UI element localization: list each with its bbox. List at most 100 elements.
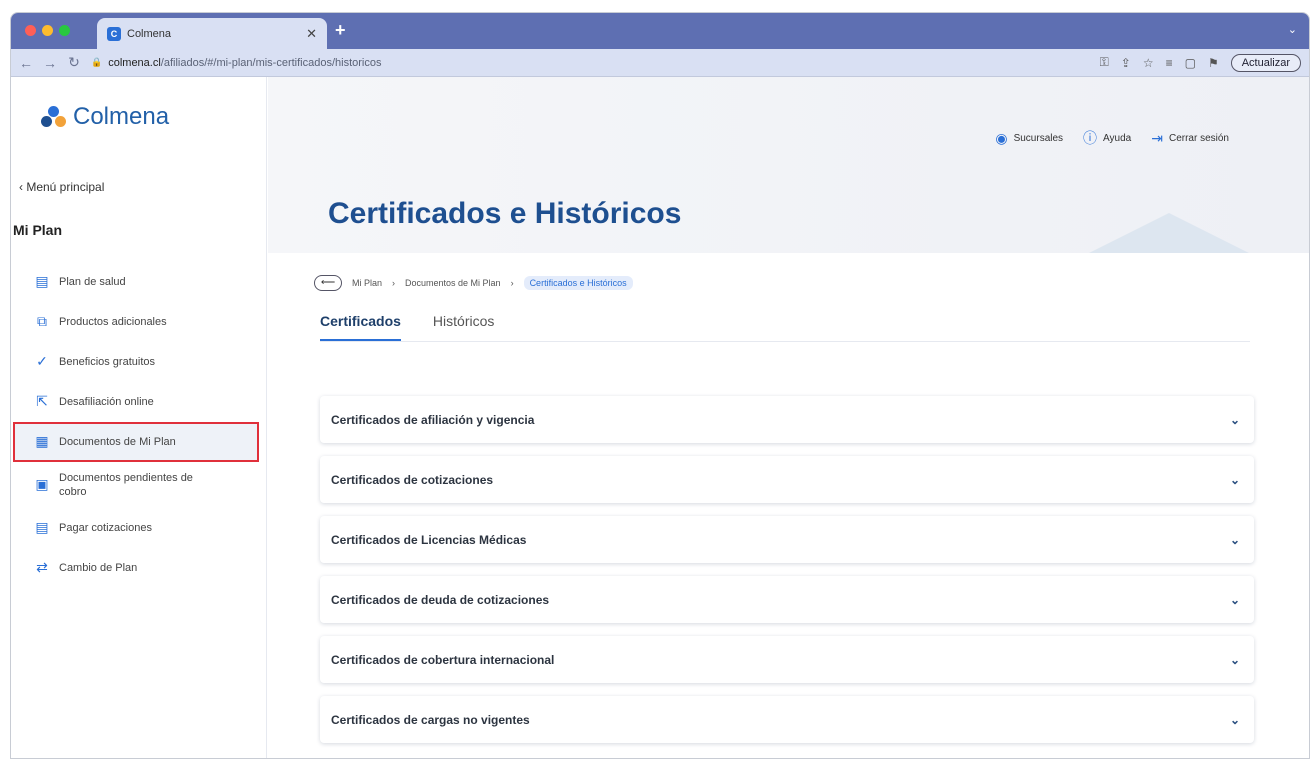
breadcrumb-item-documentos[interactable]: Documentos de Mi Plan [405,278,501,288]
url-domain: colmena.cl [108,56,161,69]
sidebar-menu: ▤ Plan de salud ⧉ Productos adicionales … [11,262,267,588]
sidebar-item-plan-de-salud[interactable]: ▤ Plan de salud [11,262,267,302]
main-content: ◉ Sucursales ⓘ Ayuda ⇥ Cerrar sesión Cer… [268,77,1309,758]
chevron-down-icon: ⌄ [1229,652,1240,667]
sidebar-item-label: Plan de salud [59,276,126,288]
info-icon: ⓘ [1083,130,1098,146]
accordion-item-label: Certificados de deuda de cotizaciones [331,592,550,607]
chevron-down-icon: ⌄ [1229,532,1240,547]
sidebar-item-desafiliacion-online[interactable]: ⇱ Desafiliación online [11,382,267,422]
breadcrumb-separator-icon: › [510,278,514,288]
sidebar-item-documentos-pendientes[interactable]: ▣ Documentos pendientes de cobro [11,462,267,508]
sidebar-item-beneficios-gratuitos[interactable]: ✓ Beneficios gratuitos [11,342,267,382]
close-window-icon[interactable] [25,25,36,36]
colmena-logo-icon [41,106,67,128]
document-icon: ▤ [35,273,49,289]
branches-label: Sucursales [1013,132,1064,144]
exit-icon: ⇱ [36,393,48,409]
browser-tab-bar: C Colmena ✕ + ⌄ [11,13,1309,49]
accordion-item-cobertura[interactable]: Certificados de cobertura internacional … [320,636,1254,683]
sidebar-item-label: Pagar cotizaciones [59,522,152,534]
arrow-left-icon[interactable]: ⟵ [314,275,342,291]
breadcrumb-separator-icon: › [392,278,396,288]
sidebar-item-label: Beneficios gratuitos [59,356,155,368]
logo-text: Colmena [73,103,170,130]
branches-link[interactable]: ◉ Sucursales [995,130,1063,147]
sidebar-toggle-icon[interactable]: ▢ [1185,56,1196,70]
maximize-window-icon[interactable] [59,25,70,36]
url-field[interactable]: 🔒 colmena.cl/afiliados/#/mi-plan/mis-cer… [91,53,1090,73]
products-icon: ⧉ [37,313,47,329]
certificates-accordion: Certificados de afiliación y vigencia ⌄ … [320,396,1254,756]
accordion-item-label: Certificados de Licencias Médicas [331,532,527,547]
reading-list-icon[interactable]: ≡ [1166,56,1173,70]
top-links: ◉ Sucursales ⓘ Ayuda ⇥ Cerrar sesión [995,128,1229,148]
tab-certificados[interactable]: Certificados [320,313,401,341]
browser-window: C Colmena ✕ + ⌄ ← → ↻ 🔒 colmena.cl/afili… [10,12,1310,759]
accordion-item-label: Certificados de afiliación y vigencia [331,412,535,427]
window-controls [25,25,70,36]
sidebar-item-label: Productos adicionales [59,316,167,328]
close-tab-icon[interactable]: ✕ [306,26,317,42]
tab-title: Colmena [127,27,172,40]
breadcrumb-item-current: Certificados e Históricos [523,276,633,290]
browser-tab[interactable]: C Colmena ✕ [97,18,327,49]
logout-icon: ⇥ [1151,129,1163,146]
pending-docs-icon: ▣ [35,476,49,492]
logout-label: Cerrar sesión [1168,132,1229,144]
chevron-down-icon: ⌄ [1229,592,1240,607]
update-button[interactable]: Actualizar [1230,53,1301,72]
accordion-item-label: Certificados de cargas no vigentes [331,712,530,727]
new-tab-icon[interactable]: + [335,20,346,41]
forward-arrow-icon[interactable]: → [43,55,57,71]
share-icon[interactable]: ⇪ [1121,56,1131,70]
lock-icon: 🔒 [91,57,103,67]
reload-icon[interactable]: ↻ [67,54,81,71]
key-icon[interactable]: ⚿ [1100,55,1109,70]
sidebar-item-pagar-cotizaciones[interactable]: ▤ Pagar cotizaciones [11,508,267,548]
page-title: Certificados e Históricos [328,197,682,230]
accordion-item-afiliacion[interactable]: Certificados de afiliación y vigencia ⌄ [320,396,1254,443]
accordion-item-label: Certificados de cotizaciones [331,472,494,487]
tab-historicos[interactable]: Históricos [433,313,494,341]
breadcrumb: ⟵ Mi Plan › Documentos de Mi Plan › Cert… [314,275,633,291]
logout-link[interactable]: ⇥ Cerrar sesión [1151,130,1229,147]
accordion-item-deuda[interactable]: Certificados de deuda de cotizaciones ⌄ [320,576,1254,623]
sidebar-item-productos-adicionales[interactable]: ⧉ Productos adicionales [11,302,267,342]
help-link[interactable]: ⓘ Ayuda [1083,128,1131,148]
sidebar-item-label: Documentos de Mi Plan [59,436,176,448]
chevron-down-icon: ⌄ [1229,412,1240,427]
url-path: /afiliados/#/mi-plan/mis-certificados/hi… [160,56,382,69]
accordion-item-label: Certificados de cobertura internacional [331,652,555,667]
sidebar-item-documentos-de-mi-plan[interactable]: ▦ Documentos de Mi Plan [13,422,259,462]
accordion-item-licencias[interactable]: Certificados de Licencias Médicas ⌄ [320,516,1254,563]
sidebar-item-label: Cambio de Plan [59,562,138,574]
chevron-down-icon: ⌄ [1229,712,1240,727]
bookmark-star-icon[interactable]: ☆ [1143,56,1154,70]
sidebar: Colmena ‹ Menú principal Mi Plan ▤ Plan … [11,77,267,758]
sidebar-item-label: Documentos pendientes de cobro [59,472,193,498]
tab-list-chevron-icon[interactable]: ⌄ [1288,23,1297,36]
content-panel: ⟵ Mi Plan › Documentos de Mi Plan › Cert… [268,253,1309,758]
sidebar-item-label: Desafiliación online [59,396,154,408]
change-plan-icon: ⇄ [36,559,48,575]
sidebar-item-cambio-de-plan[interactable]: ⇄ Cambio de Plan [11,548,267,588]
minimize-window-icon[interactable] [42,25,53,36]
back-to-main-menu-link[interactable]: ‹ Menú principal [19,180,104,194]
address-bar: ← → ↻ 🔒 colmena.cl/afiliados/#/mi-plan/m… [11,49,1309,77]
accordion-item-cargas[interactable]: Certificados de cargas no vigentes ⌄ [320,696,1254,743]
accordion-item-cotizaciones[interactable]: Certificados de cotizaciones ⌄ [320,456,1254,503]
back-arrow-icon[interactable]: ← [19,55,33,71]
colmena-favicon-icon: C [107,26,121,41]
colmena-logo[interactable]: Colmena [41,103,169,131]
page: Colmena ‹ Menú principal Mi Plan ▤ Plan … [11,77,1309,758]
sidebar-section-title: Mi Plan [13,222,63,238]
hero-banner: ◉ Sucursales ⓘ Ayuda ⇥ Cerrar sesión Cer… [268,77,1309,253]
location-icon: ◉ [995,129,1008,146]
folder-icon: ▦ [35,433,49,449]
extension-icon[interactable]: ⚑ [1208,56,1219,70]
breadcrumb-item-mi-plan[interactable]: Mi Plan [352,278,382,288]
pay-icon: ▤ [35,519,49,535]
chevron-down-icon: ⌄ [1229,472,1240,487]
tabs: Certificados Históricos [320,313,1250,342]
